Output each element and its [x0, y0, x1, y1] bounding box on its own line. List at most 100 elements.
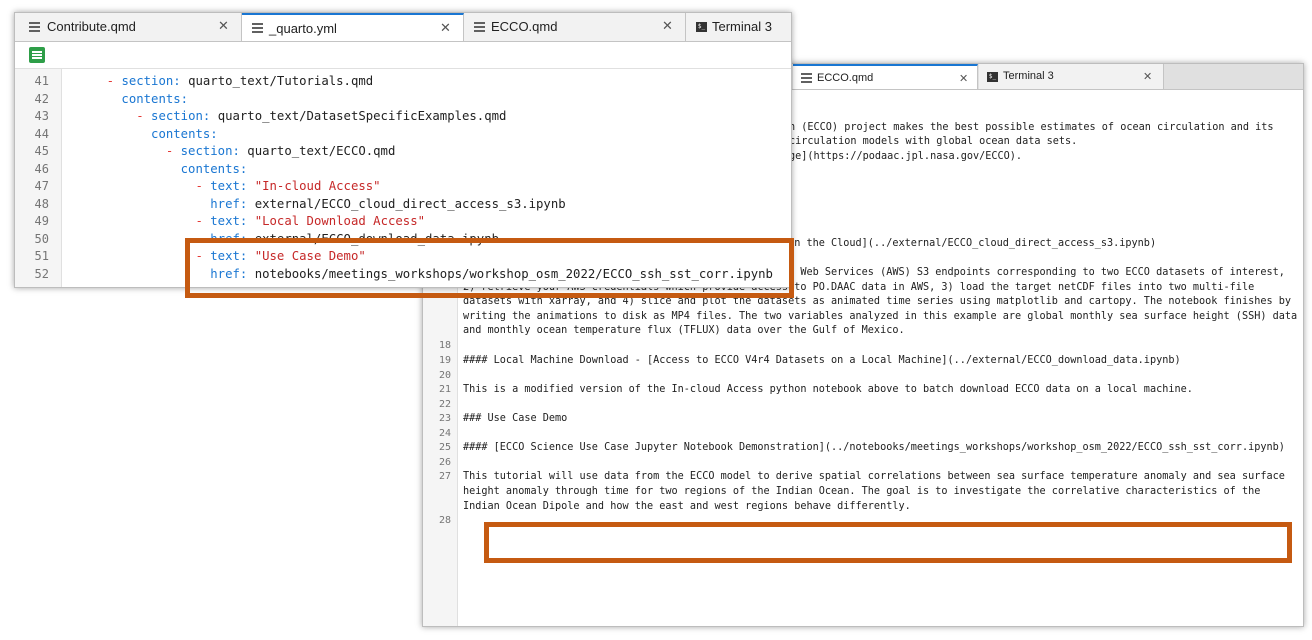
line-number: 52 [34, 266, 49, 281]
line-number: 48 [34, 196, 49, 211]
yaml-key: text [210, 249, 240, 263]
line-number: 26 [438, 457, 451, 468]
yaml-colon: : [180, 91, 189, 106]
line-number: 21 [438, 384, 451, 395]
line-number: 25 [438, 442, 451, 453]
yaml-line: contents: [77, 92, 188, 106]
yaml-line: contents: [77, 161, 248, 176]
yaml-value: quarto_text/Tutorials.qmd [188, 74, 374, 88]
yaml-colon: : [232, 144, 248, 158]
code-line: ### Use Case Demo [463, 413, 568, 424]
tab-terminal-3[interactable]: $_ Terminal 3 [686, 13, 791, 41]
yaml-list-dash: - [136, 109, 152, 123]
yaml-colon: : [173, 74, 189, 88]
yaml-line: - text: "Local Download Access" [77, 214, 425, 228]
line-number: 24 [438, 428, 451, 439]
yaml-key: section [180, 144, 233, 158]
close-icon[interactable]: ✕ [959, 66, 968, 91]
document-icon [801, 72, 812, 83]
tab-ecco-qmd[interactable]: ECCO.qmd ✕ [464, 13, 686, 41]
line-number: 22 [438, 399, 451, 410]
front-tab-bar: Contribute.qmd ✕ _quarto.yml ✕ ECCO.qmd … [15, 13, 791, 42]
yaml-list-dash: - [106, 74, 122, 88]
code-line: writing the animations to disk as MP4 fi… [463, 311, 1298, 322]
yaml-value: quarto_text/DatasetSpecificExamples.qmd [217, 109, 507, 123]
line-number: 41 [34, 74, 49, 88]
line-number: 20 [438, 370, 451, 381]
yaml-indent [77, 109, 136, 123]
yaml-key: href [210, 231, 240, 246]
yaml-value: notebooks/meetings_workshops/workshop_os… [254, 266, 773, 281]
code-line: ge](https://podaac.jpl.nasa.gov/ECCO). [789, 151, 1023, 162]
yaml-key: href [210, 266, 240, 281]
code-line: #### Local Machine Download - [Access to… [463, 355, 1181, 366]
yaml-line: href: notebooks/meetings_workshops/works… [77, 267, 773, 281]
yaml-indent [77, 197, 210, 211]
yaml-colon: : [239, 161, 248, 176]
line-number: 19 [438, 355, 451, 366]
tab-label: ECCO.qmd [491, 19, 558, 34]
yaml-line: href: external/ECCO_cloud_direct_access_… [77, 197, 565, 211]
code-line: circulation models with global ocean dat… [789, 136, 1078, 147]
line-number: 45 [34, 144, 49, 158]
yaml-key: section [121, 74, 174, 88]
close-icon[interactable]: ✕ [1143, 64, 1152, 89]
close-icon[interactable]: ✕ [440, 15, 451, 43]
line-number: 18 [438, 340, 451, 351]
yaml-line: contents: [77, 127, 218, 141]
tab-terminal-3-back[interactable]: $_ Terminal 3 ✕ [979, 64, 1164, 89]
close-icon[interactable]: ✕ [218, 13, 229, 41]
yaml-line: - section: quarto_text/ECCO.qmd [77, 144, 396, 158]
yaml-value: external/ECCO_download_data.ipynb [254, 231, 500, 246]
tab-label: _quarto.yml [269, 21, 337, 36]
yaml-list-dash: - [195, 214, 211, 228]
line-number: 44 [34, 126, 49, 141]
quarto-yml-editor-window: Contribute.qmd ✕ _quarto.yml ✕ ECCO.qmd … [14, 12, 792, 288]
code-line: n (ECCO) project makes the best possible… [789, 122, 1274, 133]
yaml-indent [77, 144, 166, 158]
yaml-line: - text: "Use Case Demo" [77, 249, 365, 263]
line-number: 50 [34, 231, 49, 246]
yaml-indent [77, 179, 195, 193]
yaml-value: "In-cloud Access" [254, 179, 381, 193]
front-code-editor[interactable]: 41 - section: quarto_text/Tutorials.qmd 4… [15, 69, 791, 287]
editor-toolbar [15, 42, 791, 69]
code-line: #### [ECCO Science Use Case Jupyter Note… [463, 442, 1285, 453]
line-number: 43 [34, 109, 49, 123]
terminal-icon: $_ [696, 22, 707, 32]
yaml-list-dash: - [165, 144, 181, 158]
tab-label: Contribute.qmd [47, 19, 136, 34]
document-icon [29, 22, 40, 32]
document-icon [252, 23, 263, 33]
yaml-indent [77, 214, 195, 228]
line-number: 46 [34, 161, 49, 176]
yaml-key: section [151, 109, 203, 123]
line-number: 49 [34, 214, 49, 228]
tab-contribute-qmd[interactable]: Contribute.qmd ✕ [15, 13, 242, 41]
line-number: 28 [438, 515, 451, 526]
yaml-indent [77, 232, 210, 246]
tab-label: Terminal 3 [1003, 70, 1054, 82]
close-icon[interactable]: ✕ [662, 13, 673, 41]
yaml-indent [77, 92, 121, 106]
yaml-colon: : [239, 231, 255, 246]
yaml-colon: : [239, 214, 255, 228]
yaml-key: contents [121, 91, 181, 106]
yaml-line: - text: "In-cloud Access" [77, 179, 381, 193]
tab-quarto-yml[interactable]: _quarto.yml ✕ [242, 13, 464, 41]
property-inspector-icon[interactable] [29, 47, 45, 63]
tab-ecco-qmd-back[interactable]: ECCO.qmd ✕ [793, 64, 978, 89]
yaml-indent [77, 249, 195, 263]
line-number: 27 [438, 471, 451, 482]
yaml-colon: : [239, 266, 255, 281]
yaml-colon: : [210, 126, 218, 141]
yaml-list-dash: - [195, 179, 211, 193]
code-line: and monthly ocean temperature flux (TFLU… [463, 325, 905, 336]
yaml-key: text [210, 214, 240, 228]
yaml-list-dash: - [195, 249, 211, 263]
yaml-line: - section: quarto_text/Tutorials.qmd [77, 74, 374, 88]
yaml-line: href: external/ECCO_download_data.ipynb [77, 232, 499, 246]
yaml-colon: : [202, 109, 218, 123]
code-line: This tutorial will use data from the ECC… [463, 471, 1285, 482]
yaml-colon: : [239, 179, 255, 193]
